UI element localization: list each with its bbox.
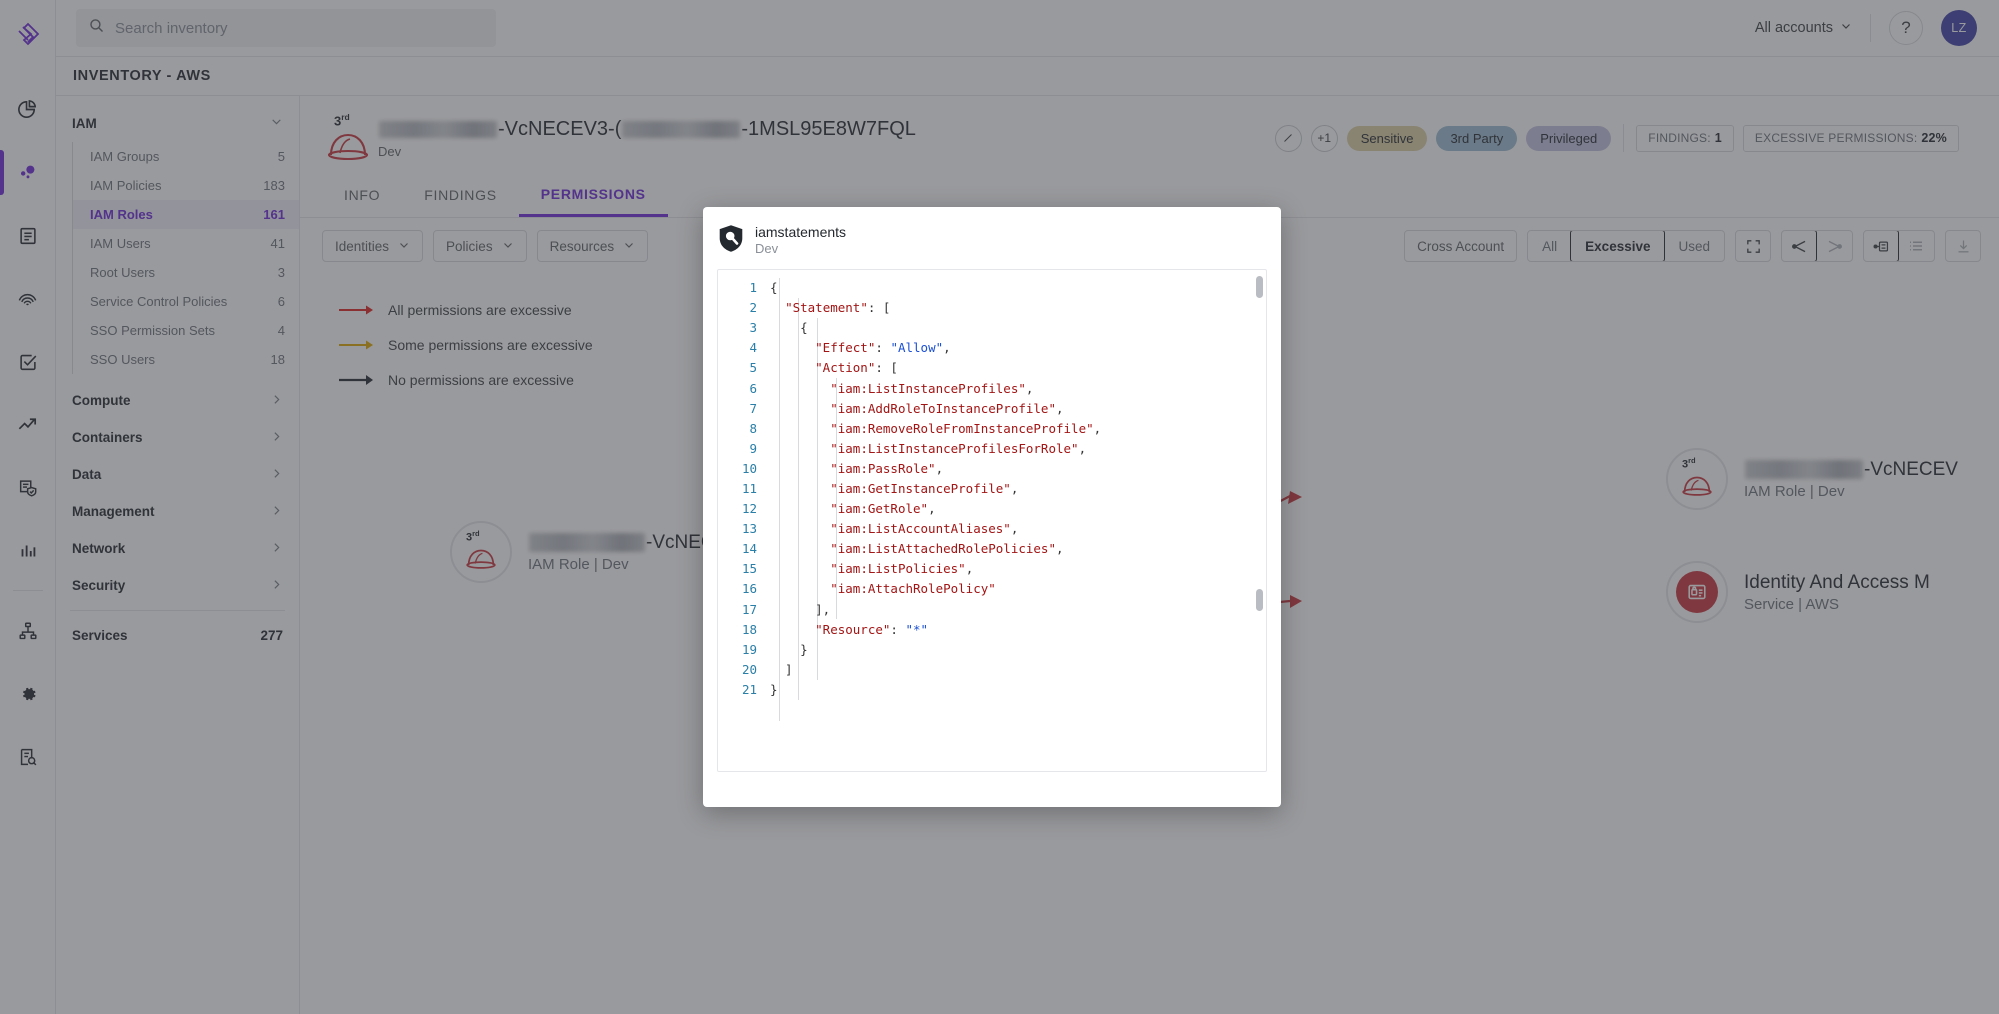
code-line: 14 "iam:ListAttachedRolePolicies", [718,539,1266,559]
code-line-number: 7 [749,400,757,416]
modal-header: iamstatements Dev [703,207,1281,269]
code-line: 9 "iam:ListInstanceProfilesForRole", [718,439,1266,459]
code-line: 6 "iam:ListInstanceProfiles", [718,379,1266,399]
code-line-text: "iam:ListAccountAliases", [830,521,1019,537]
code-line-number: 13 [741,521,757,537]
code-lines: 1{2 "Statement": [3 {4 "Effect": "Allow"… [718,270,1266,700]
code-line: 5 "Action": [ [718,358,1266,378]
code-line: 10 "iam:PassRole", [718,459,1266,479]
code-line-text: ] [770,661,793,677]
code-line-number: 16 [741,581,757,597]
policy-statement-modal: iamstatements Dev 1{2 "Statement": [3 {4… [703,207,1281,807]
code-line-text: "iam:ListAttachedRolePolicies", [830,541,1064,557]
code-line-text: "iam:ListPolicies", [830,561,974,577]
code-line-text: "iam:ListInstanceProfilesForRole", [830,440,1087,456]
code-line: 1{ [718,278,1266,298]
code-line: 4 "Effect": "Allow", [718,338,1266,358]
code-line-text: "iam:AttachRolePolicy" [830,581,996,597]
code-scrollbar-thumb-top[interactable] [1256,276,1263,299]
code-line-number: 6 [749,380,757,396]
code-line-text: { [770,280,778,296]
code-line: 3 { [718,318,1266,338]
code-line-number: 20 [741,661,757,677]
code-line-text: { [770,320,808,336]
modal-title: iamstatements [755,224,847,240]
code-line-number: 15 [741,561,757,577]
policy-shield-icon [718,224,744,258]
code-line-text: } [770,681,778,697]
code-line: 17 ], [718,600,1266,620]
code-line-number: 8 [749,420,757,436]
code-line-text: "iam:RemoveRoleFromInstanceProfile", [830,420,1102,436]
code-line: 15 "iam:ListPolicies", [718,559,1266,579]
code-line: 20 ] [718,660,1266,680]
code-scrollbar[interactable] [1256,276,1263,767]
code-line-text: } [770,641,808,657]
code-line-number: 17 [741,601,757,617]
code-line-number: 12 [741,501,757,517]
app-root: All accounts ? LZ INVENTORY - AWS IAM [0,0,1999,1014]
code-line-number: 4 [749,340,757,356]
code-line-number: 3 [749,320,757,336]
code-line: 13 "iam:ListAccountAliases", [718,519,1266,539]
code-line-text: "Statement": [ [785,300,891,316]
code-line: 21} [718,680,1266,700]
code-line-text: "iam:AddRoleToInstanceProfile", [830,400,1064,416]
code-line-text: "Resource": "*" [815,621,929,637]
code-line: 2 "Statement": [ [718,298,1266,318]
modal-title-block: iamstatements Dev [755,223,846,258]
code-line-text: "iam:PassRole", [830,460,944,476]
code-line-text: "Action": [ [815,360,898,376]
code-line-number: 10 [741,460,757,476]
code-line-text: "iam:GetInstanceProfile", [830,481,1019,497]
code-line-number: 19 [741,641,757,657]
code-line: 12 "iam:GetRole", [718,499,1266,519]
code-line: 19 } [718,640,1266,660]
code-viewer[interactable]: 1{2 "Statement": [3 {4 "Effect": "Allow"… [717,269,1267,773]
code-line: 18 "Resource": "*" [718,620,1266,640]
code-line-text: ], [770,601,831,617]
code-line: 7 "iam:AddRoleToInstanceProfile", [718,399,1266,419]
code-line: 8 "iam:RemoveRoleFromInstanceProfile", [718,419,1266,439]
code-line-number: 21 [741,681,757,697]
code-line: 11 "iam:GetInstanceProfile", [718,479,1266,499]
code-line-text: "Effect": "Allow", [815,340,951,356]
code-line-number: 5 [749,360,757,376]
modal-subtitle: Dev [755,241,779,257]
code-line-number: 1 [749,280,757,296]
code-line-number: 11 [741,481,757,497]
code-line-text: "iam:ListInstanceProfiles", [830,380,1034,396]
code-line-number: 2 [749,300,757,316]
code-scrollbar-thumb[interactable] [1256,589,1263,612]
code-line: 16 "iam:AttachRolePolicy" [718,579,1266,599]
code-line-number: 14 [741,541,757,557]
code-line-number: 9 [749,440,757,456]
code-line-text: "iam:GetRole", [830,501,936,517]
code-line-number: 18 [741,621,757,637]
